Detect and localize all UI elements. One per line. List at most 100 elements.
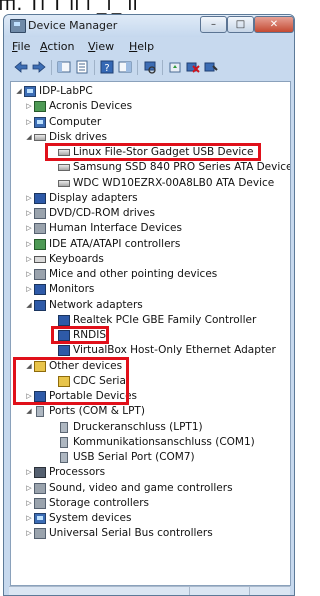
tree-node-label: USB Serial Port (COM7) — [73, 451, 195, 463]
device-tree[interactable]: ◢ IDP-LabPC ▷ Acronis Devices ▷ Computer ◢ Disk… — [10, 81, 291, 586]
svg-text:?: ? — [104, 63, 109, 74]
collapse-arrow-icon[interactable]: ◢ — [25, 407, 33, 415]
status-pane — [9, 587, 190, 595]
tree-node-label: Computer — [49, 115, 102, 128]
expand-arrow-icon[interactable]: ▷ — [25, 118, 33, 126]
expand-arrow-icon[interactable]: ▷ — [25, 209, 33, 217]
monitor-device-icon — [58, 345, 70, 357]
menu-file[interactable]: File — [12, 40, 30, 53]
tree-node-label: Display adapters — [49, 191, 138, 204]
tree-node-label: IDE ATA/ATAPI controllers — [49, 237, 181, 250]
toolbar-separator — [162, 60, 163, 75]
computer-device-icon — [34, 116, 46, 128]
tree-node-label: Ports (COM & LPT) — [49, 405, 145, 418]
toolbar-separator — [94, 60, 95, 75]
console-tree-icon[interactable] — [57, 60, 71, 74]
expand-arrow-icon[interactable]: ▷ — [25, 468, 33, 476]
status-bar — [9, 586, 290, 595]
menu-view[interactable]: View — [88, 40, 114, 53]
gray-device-icon — [34, 482, 46, 494]
tree-node-label: Realtek PCIe GBE Family Controller — [73, 313, 257, 326]
tree-node-label: Universal Serial Bus controllers — [49, 527, 213, 540]
computer-device-icon — [24, 86, 36, 97]
gray-device-icon — [34, 497, 46, 509]
tree-node-label: Kommunikationsanschluss (COM1) — [73, 435, 255, 448]
tree-node-label: Mice and other pointing devices — [49, 268, 218, 280]
tree-node-label: Storage controllers — [49, 496, 149, 509]
update-driver-icon[interactable] — [168, 60, 182, 74]
tree-node-label: Disk drives — [49, 130, 107, 143]
computer-device-icon — [34, 513, 46, 524]
expand-arrow-icon[interactable]: ▷ — [25, 255, 33, 263]
toolbar: ? — [8, 57, 290, 79]
highlight-box — [45, 143, 261, 162]
window-title: Device Manager — [28, 19, 118, 32]
expand-arrow-icon[interactable]: ▷ — [25, 102, 33, 110]
maximize-button[interactable]: □ — [227, 16, 254, 33]
collapse-arrow-icon[interactable]: ◢ — [25, 133, 33, 141]
properties-icon[interactable] — [75, 60, 89, 74]
scan-hardware-icon[interactable] — [143, 60, 157, 74]
highlight-box — [13, 356, 129, 406]
expand-arrow-icon[interactable]: ▷ — [25, 529, 33, 537]
forward-arrow-icon[interactable] — [32, 60, 46, 74]
tree-node-label: Acronis Devices — [49, 100, 133, 113]
expand-arrow-icon[interactable]: ▷ — [25, 224, 33, 232]
port-device-icon — [60, 421, 68, 433]
expand-arrow-icon[interactable]: ▷ — [25, 240, 33, 248]
expand-arrow-icon[interactable]: ▷ — [25, 499, 33, 507]
menu-bar: File Action View Help — [8, 38, 290, 56]
status-pane — [189, 587, 250, 595]
tree-node-label: Processors — [49, 466, 106, 479]
chip-device-icon — [34, 467, 46, 479]
kbd-device-icon — [34, 255, 46, 263]
gray-device-icon — [34, 223, 46, 235]
toolbar-separator — [51, 60, 52, 75]
gray-device-icon — [34, 208, 46, 219]
expand-arrow-icon[interactable]: ▷ — [25, 484, 33, 492]
minimize-button[interactable]: – — [200, 16, 227, 33]
highlight-box — [51, 326, 109, 345]
port-device-icon — [36, 406, 44, 418]
uninstall-icon[interactable] — [186, 60, 200, 74]
collapse-arrow-icon[interactable]: ◢ — [25, 301, 33, 309]
drive-device-icon — [58, 179, 70, 187]
tree-node-label: VirtualBox Host-Only Ethernet Adapter — [73, 344, 276, 357]
tree-node-label: Network adapters — [49, 298, 143, 311]
drive-device-icon — [58, 164, 70, 172]
tree-node-label: Monitors — [49, 283, 95, 296]
tree-node-label: Sound, video and game controllers — [49, 481, 233, 494]
green-device-icon — [34, 238, 46, 250]
menu-help[interactable]: Help — [129, 40, 154, 53]
menu-action[interactable]: Action — [40, 40, 74, 53]
green-device-icon — [34, 101, 46, 113]
drive-device-icon — [34, 133, 46, 141]
monitor-device-icon — [34, 192, 46, 204]
device-manager-window: Device Manager – □ ✕ File Action View He… — [3, 14, 295, 596]
device-manager-icon — [10, 19, 26, 33]
gray-device-icon — [34, 269, 46, 280]
action-pane-icon[interactable] — [118, 60, 132, 74]
expand-arrow-icon[interactable]: ▷ — [25, 285, 33, 293]
tree-node-label: IDP-LabPC — [39, 85, 93, 97]
monitor-device-icon — [58, 314, 70, 326]
monitor-device-icon — [34, 284, 46, 296]
expand-arrow-icon[interactable]: ▷ — [25, 270, 33, 278]
expand-arrow-icon[interactable]: ▷ — [25, 194, 33, 202]
gray-device-icon — [34, 528, 46, 540]
port-device-icon — [60, 436, 68, 448]
help-icon[interactable]: ? — [100, 60, 114, 74]
back-arrow-icon[interactable] — [14, 60, 28, 74]
tree-node-label: Human Interface Devices — [49, 222, 182, 235]
tree-node-label: DVD/CD-ROM drives — [49, 207, 155, 219]
expand-arrow-icon[interactable]: ▷ — [25, 514, 33, 522]
title-bar[interactable]: Device Manager – □ ✕ — [4, 15, 294, 37]
tree-node-label: Druckeranschluss (LPT1) — [73, 420, 203, 433]
tree-node-label: Keyboards — [49, 252, 104, 265]
toolbar-separator — [137, 60, 138, 75]
port-device-icon — [60, 452, 68, 463]
tree-node-label: WDC WD10EZRX-00A8LB0 ATA Device — [73, 176, 275, 189]
close-button[interactable]: ✕ — [254, 16, 294, 33]
disable-icon[interactable] — [204, 60, 218, 74]
collapse-arrow-icon[interactable]: ◢ — [15, 87, 23, 95]
